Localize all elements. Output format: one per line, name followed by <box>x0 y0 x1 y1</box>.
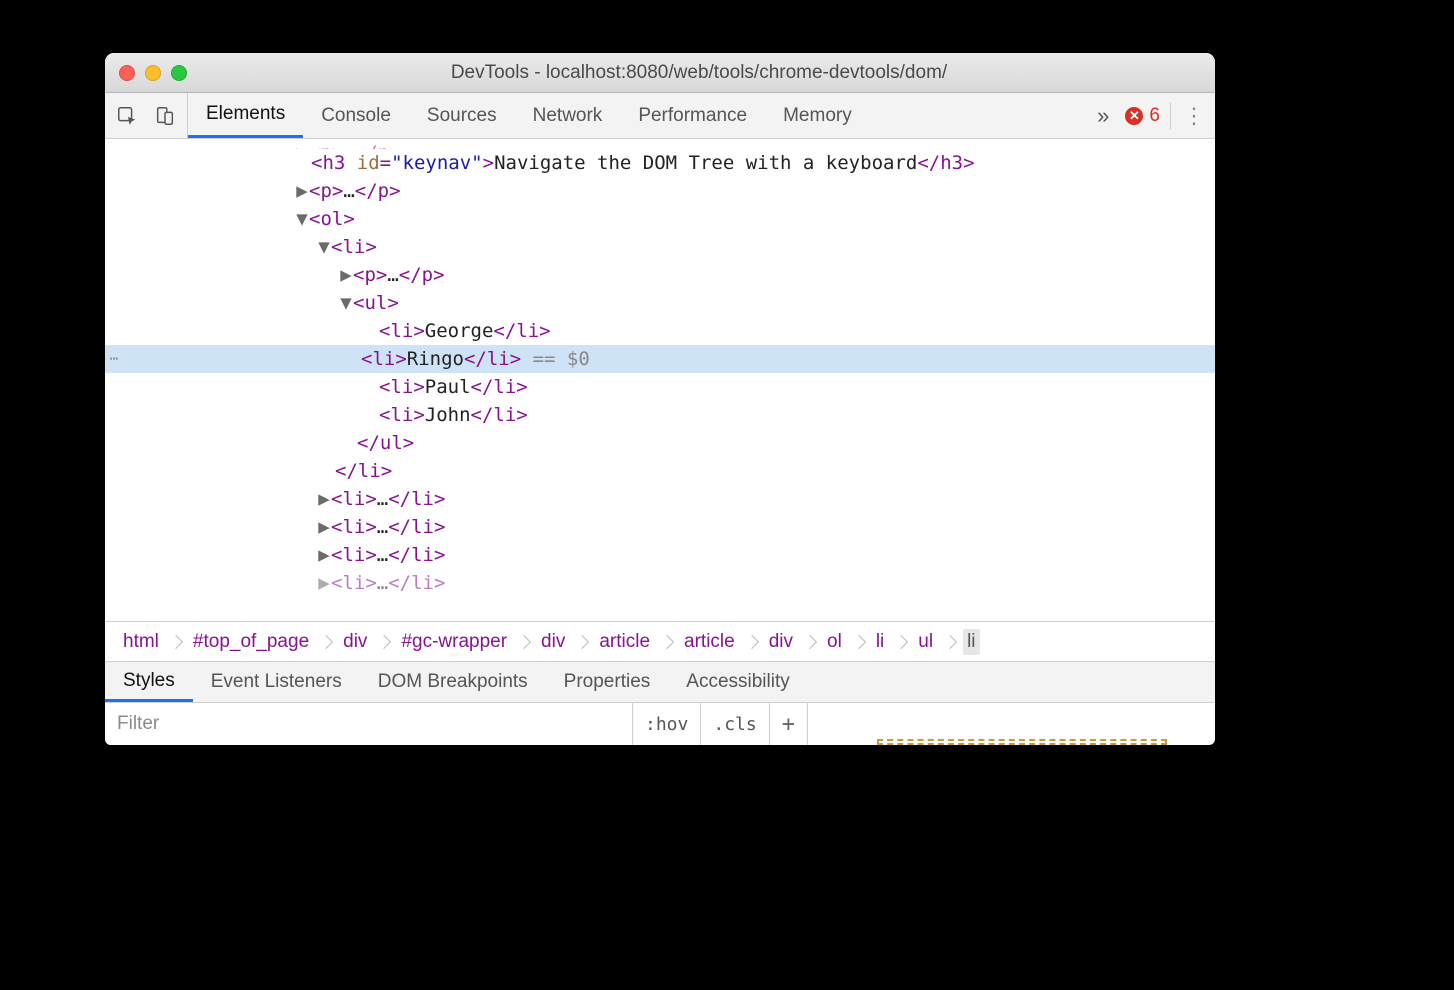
expand-arrow-icon[interactable]: ▶ <box>317 485 331 513</box>
row-actions-icon[interactable]: ⋯ <box>105 345 123 373</box>
expand-arrow-icon[interactable]: ▶ <box>339 261 353 289</box>
titlebar: DevTools - localhost:8080/web/tools/chro… <box>105 53 1215 93</box>
chevron-right-icon <box>319 634 333 648</box>
chevron-right-icon <box>377 634 391 648</box>
chevron-right-icon <box>943 634 957 648</box>
close-window-button[interactable] <box>119 65 135 81</box>
subtab-properties[interactable]: Properties <box>546 662 669 702</box>
dom-tree[interactable]: ▶ <p>…</p> <h3 id="keynav">Navigate the … <box>105 139 1215 621</box>
dom-node-ol-open[interactable]: ▼ <ol> <box>105 205 1215 233</box>
dom-node-li-open[interactable]: ▼ <li> <box>105 233 1215 261</box>
styles-toolbar: :hov .cls + <box>105 703 1215 745</box>
dom-node-li-collapsed-4-cut[interactable]: ▶ <li>…</li> <box>105 569 1215 597</box>
dom-node-p-collapsed[interactable]: ▶ <p>…</p> <box>105 177 1215 205</box>
toolbar-left <box>105 93 188 138</box>
tab-network[interactable]: Network <box>515 93 621 138</box>
dom-node-li-george[interactable]: <li>George</li> <box>105 317 1215 345</box>
tab-sources[interactable]: Sources <box>409 93 515 138</box>
crumb-ul[interactable]: ul <box>914 629 937 655</box>
subtab-styles[interactable]: Styles <box>105 662 193 702</box>
inspect-element-icon[interactable] <box>115 104 139 128</box>
cls-toggle-button[interactable]: .cls <box>701 703 769 745</box>
crumb-gc-wrapper[interactable]: #gc-wrapper <box>397 629 511 655</box>
crumb-article-1[interactable]: article <box>595 629 654 655</box>
dom-node-li-close[interactable]: </li> <box>105 457 1215 485</box>
box-model-preview-edge <box>877 739 1167 745</box>
selected-node-ref: == $0 <box>521 345 590 373</box>
subtab-event-listeners[interactable]: Event Listeners <box>193 662 360 702</box>
subtab-accessibility[interactable]: Accessibility <box>668 662 807 702</box>
crumb-div-3[interactable]: div <box>765 629 797 655</box>
chevron-right-icon <box>575 634 589 648</box>
toolbar-right: » ✕ 6 ⋮ <box>1081 93 1215 138</box>
chevron-right-icon <box>803 634 817 648</box>
collapse-arrow-icon[interactable]: ▼ <box>295 205 309 233</box>
breadcrumb: html #top_of_page div #gc-wrapper div ar… <box>105 621 1215 661</box>
crumb-top-of-page[interactable]: #top_of_page <box>189 629 313 655</box>
tab-elements[interactable]: Elements <box>188 93 303 138</box>
traffic-lights <box>119 65 187 81</box>
clipped-prev-row: ▶ <p>…</p> <box>105 139 1215 149</box>
dom-node-li-ringo-selected[interactable]: ⋯<li>Ringo</li> == $0 <box>105 345 1215 373</box>
error-count: 6 <box>1149 105 1160 127</box>
dom-node-h3[interactable]: <h3 id="keynav">Navigate the DOM Tree wi… <box>105 149 1215 177</box>
zoom-window-button[interactable] <box>171 65 187 81</box>
crumb-li-selected[interactable]: li <box>963 629 979 655</box>
tab-memory[interactable]: Memory <box>765 93 870 138</box>
expand-arrow-icon[interactable]: ▶ <box>295 177 309 205</box>
minimize-window-button[interactable] <box>145 65 161 81</box>
settings-menu-button[interactable]: ⋮ <box>1170 103 1205 129</box>
collapse-arrow-icon[interactable]: ▼ <box>339 289 353 317</box>
dom-node-p-collapsed-inner[interactable]: ▶ <p>…</p> <box>105 261 1215 289</box>
dom-node-li-paul[interactable]: <li>Paul</li> <box>105 373 1215 401</box>
styles-filter-input[interactable] <box>105 703 633 745</box>
tab-console[interactable]: Console <box>303 93 409 138</box>
more-tabs-button[interactable]: » <box>1091 103 1115 129</box>
crumb-article-2[interactable]: article <box>680 629 739 655</box>
sidebar-tabs: Styles Event Listeners DOM Breakpoints P… <box>105 661 1215 703</box>
dom-node-ul-close[interactable]: </ul> <box>105 429 1215 457</box>
crumb-html[interactable]: html <box>119 629 163 655</box>
device-toolbar-icon[interactable] <box>153 104 177 128</box>
expand-arrow-icon[interactable]: ▶ <box>317 541 331 569</box>
dom-node-li-collapsed-3[interactable]: ▶ <li>…</li> <box>105 541 1215 569</box>
hov-toggle-button[interactable]: :hov <box>633 703 701 745</box>
crumb-div-2[interactable]: div <box>537 629 569 655</box>
dom-node-li-collapsed-1[interactable]: ▶ <li>…</li> <box>105 485 1215 513</box>
new-style-rule-button[interactable]: + <box>770 703 808 745</box>
crumb-li-1[interactable]: li <box>872 629 888 655</box>
dom-node-li-collapsed-2[interactable]: ▶ <li>…</li> <box>105 513 1215 541</box>
styles-buttons: :hov .cls + <box>633 703 808 745</box>
collapse-arrow-icon[interactable]: ▼ <box>317 233 331 261</box>
crumb-div-1[interactable]: div <box>339 629 371 655</box>
chevron-right-icon <box>169 634 183 648</box>
error-count-badge[interactable]: ✕ 6 <box>1125 105 1160 127</box>
subtab-dom-breakpoints[interactable]: DOM Breakpoints <box>360 662 546 702</box>
window-title: DevTools - localhost:8080/web/tools/chro… <box>197 62 1201 84</box>
main-toolbar: Elements Console Sources Network Perform… <box>105 93 1215 139</box>
devtools-window: DevTools - localhost:8080/web/tools/chro… <box>105 53 1215 745</box>
tab-performance[interactable]: Performance <box>620 93 765 138</box>
panel-tabs: Elements Console Sources Network Perform… <box>188 93 1081 138</box>
chevron-right-icon <box>894 634 908 648</box>
chevron-right-icon <box>745 634 759 648</box>
chevron-right-icon <box>660 634 674 648</box>
chevron-right-icon <box>852 634 866 648</box>
expand-arrow-icon[interactable]: ▶ <box>317 513 331 541</box>
dom-node-ul-open[interactable]: ▼ <ul> <box>105 289 1215 317</box>
dom-node-li-john[interactable]: <li>John</li> <box>105 401 1215 429</box>
chevron-right-icon <box>517 634 531 648</box>
crumb-ol[interactable]: ol <box>823 629 846 655</box>
error-icon: ✕ <box>1125 107 1143 125</box>
